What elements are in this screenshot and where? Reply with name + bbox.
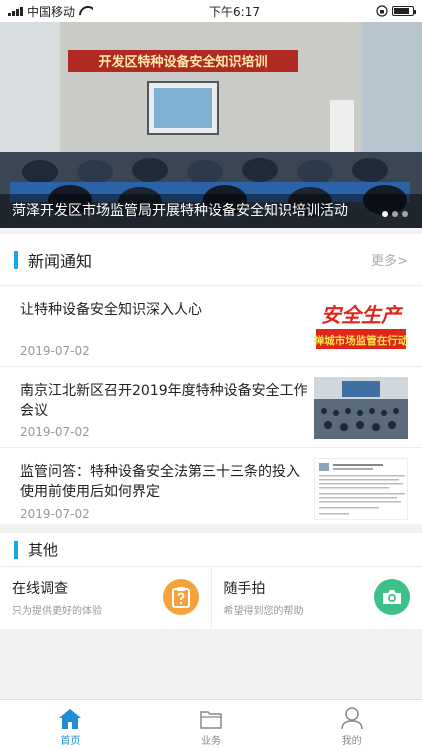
news-thumbnail [314, 377, 408, 439]
folder-icon [200, 711, 222, 729]
more-news-link[interactable]: 更多> [371, 250, 408, 269]
orientation-lock-icon [376, 5, 388, 17]
others-section-title: 其他 [28, 541, 59, 559]
news-section-title: 新闻通知 [28, 251, 93, 271]
status-bar: 中国移动 下午6:17 [0, 0, 422, 22]
thumbnail-heading: 安全生产 [321, 304, 404, 327]
survey-icon [162, 579, 199, 615]
news-section: 新闻通知 更多> 让特种设备安全知识深入人心 2019-07-02 安全生产 禅… [0, 234, 422, 524]
battery-icon [392, 6, 416, 16]
signal-icon [8, 6, 23, 16]
carousel-dot [402, 211, 408, 217]
bottom-tab-bar: 首页 业务 我的 [0, 699, 422, 750]
wifi-icon [79, 6, 93, 16]
news-item-title: 南京江北新区召开2019年度特种设备安全工作会议 [20, 383, 308, 419]
others-section-header: 其他 [0, 533, 422, 567]
tab-label: 我的 [341, 736, 362, 747]
home-icon [59, 709, 82, 729]
carousel-dot [392, 211, 398, 217]
news-item-date: 2019-07-02 [20, 344, 90, 358]
news-item-date: 2019-07-02 [20, 425, 90, 439]
camera-icon [374, 579, 410, 615]
thumbnail-subheading: 禅城市场监管在行动 [314, 334, 408, 347]
news-item-title: 让特种设备安全知识深入人心 [20, 302, 202, 318]
others-section: 其他 在线调查 只为提供更好的体验 随手拍 希望得到您的帮助 [0, 533, 422, 629]
news-item[interactable]: 让特种设备安全知识深入人心 2019-07-02 安全生产 禅城市场监管在行动 [0, 286, 422, 367]
news-section-header: 新闻通知 更多> [0, 234, 422, 286]
news-item[interactable]: 监管问答：特种设备安全法第三十三条的投入使用前使用后如何界定 2019-07-0… [0, 448, 422, 529]
snapshot-report-entry[interactable]: 随手拍 希望得到您的帮助 [210, 567, 422, 629]
carrier-label: 中国移动 [27, 4, 76, 19]
banner-caption: 菏泽开发区市场监管局开展特种设备安全知识培训活动 [0, 194, 422, 228]
news-item-date: 2019-07-02 [20, 507, 90, 521]
carousel-indicator [382, 211, 408, 217]
tab-label: 首页 [60, 736, 81, 747]
tab-mine[interactable]: 我的 [281, 700, 422, 750]
carousel-dot [382, 211, 388, 217]
section-accent-bar [14, 250, 18, 269]
user-icon [340, 707, 363, 730]
news-item[interactable]: 南京江北新区召开2019年度特种设备安全工作会议 2019-07-02 [0, 367, 422, 448]
news-thumbnail [314, 458, 408, 520]
banner-sign-text: 开发区特种设备安全知识培训 [98, 54, 267, 69]
news-thumbnail: 安全生产 禅城市场监管在行动 [314, 296, 408, 358]
news-item-title: 监管问答：特种设备安全法第三十三条的投入使用前使用后如何界定 [20, 464, 300, 500]
tab-home[interactable]: 首页 [0, 700, 141, 750]
banner-carousel[interactable]: 开发区特种设备安全知识培训 菏泽开发区市场监管局开展特种设备安全知识培训活动 [0, 22, 422, 228]
tab-business[interactable]: 业务 [141, 700, 282, 750]
section-accent-bar [14, 540, 18, 559]
tab-label: 业务 [201, 736, 221, 747]
clock: 下午6:17 [209, 4, 260, 19]
online-survey-entry[interactable]: 在线调查 只为提供更好的体验 [0, 567, 211, 629]
